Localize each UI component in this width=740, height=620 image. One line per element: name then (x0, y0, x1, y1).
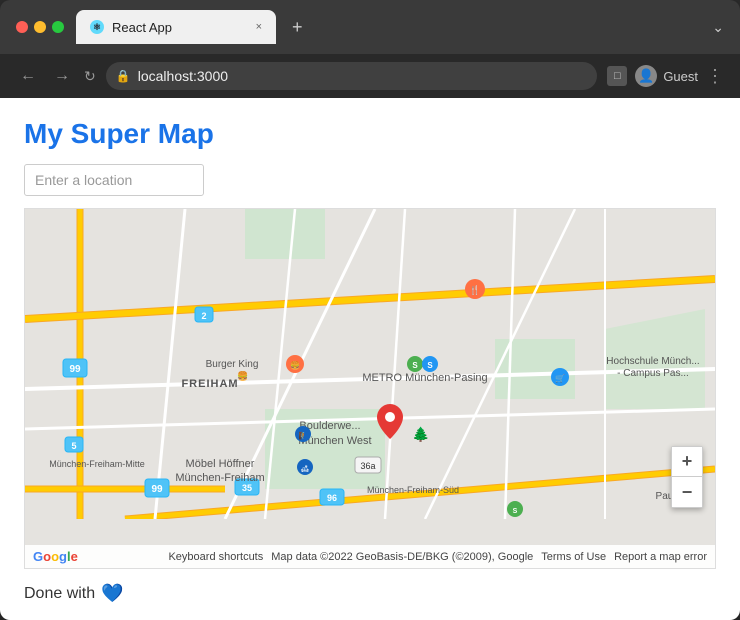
svg-text:Möbel Höffner: Möbel Höffner (186, 458, 255, 470)
profile-label: Guest (663, 69, 698, 84)
svg-text:🍔: 🍔 (290, 360, 300, 370)
zoom-in-button[interactable]: + (672, 447, 702, 477)
browser-window: ⚛ React App × + ⌄ ← → ↻ 🔒 □ 👤 Guest ⋮ (0, 0, 740, 620)
svg-text:99: 99 (151, 484, 163, 495)
svg-text:2: 2 (201, 311, 206, 321)
keyboard-shortcuts-link[interactable]: Keyboard shortcuts (168, 551, 263, 563)
reload-button[interactable]: ↻ (84, 68, 96, 85)
tab-close-icon[interactable]: × (256, 21, 262, 33)
svg-text:Burger King: Burger King (206, 359, 259, 370)
svg-text:METRO München-Pasing: METRO München-Pasing (362, 372, 487, 384)
done-text: Done with 💙 (24, 583, 716, 604)
svg-text:FREIHAM: FREIHAM (181, 378, 238, 390)
tab-title: React App (112, 20, 248, 35)
map-container[interactable]: 99 99 2 5 35 36a 96 (24, 208, 716, 569)
svg-text:🧗: 🧗 (299, 431, 308, 440)
svg-text:S: S (412, 361, 418, 370)
tab-bar: ⚛ React App × + ⌄ (76, 10, 724, 44)
map-footer: Google Keyboard shortcuts Map data ©2022… (25, 545, 715, 568)
browser-menu-button[interactable]: ⋮ (706, 66, 724, 87)
forward-button[interactable]: → (50, 65, 74, 87)
svg-text:🍴: 🍴 (469, 284, 480, 296)
terms-link[interactable]: Terms of Use (541, 551, 606, 563)
svg-text:S: S (427, 361, 433, 370)
url-input[interactable] (106, 62, 598, 90)
minimize-window-button[interactable] (34, 21, 46, 33)
svg-text:5: 5 (71, 441, 76, 451)
location-input[interactable] (24, 164, 204, 196)
close-window-button[interactable] (16, 21, 28, 33)
title-bar: ⚛ React App × + ⌄ (0, 0, 740, 54)
browser-tab[interactable]: ⚛ React App × (76, 10, 276, 44)
map-footer-links: Keyboard shortcuts Map data ©2022 GeoBas… (168, 551, 707, 563)
heart-icon: 💙 (101, 583, 123, 604)
svg-text:35: 35 (242, 483, 252, 493)
svg-text:Hochschule Münch...: Hochschule Münch... (606, 356, 699, 367)
back-button[interactable]: ← (16, 65, 40, 87)
svg-text:München-Freiham-Mitte: München-Freiham-Mitte (49, 459, 145, 469)
address-bar: ← → ↻ 🔒 □ 👤 Guest ⋮ (0, 54, 740, 98)
svg-text:🛋: 🛋 (301, 464, 310, 473)
svg-text:96: 96 (327, 493, 337, 503)
svg-text:S: S (513, 508, 518, 515)
tab-favicon-icon: ⚛ (90, 20, 104, 34)
svg-text:- Campus Pas...: - Campus Pas... (617, 368, 689, 379)
maximize-window-button[interactable] (52, 21, 64, 33)
new-tab-button[interactable]: + (284, 13, 311, 42)
extensions-icon[interactable]: □ (607, 66, 627, 86)
window-controls (16, 21, 64, 33)
profile-avatar-icon: 👤 (635, 65, 657, 87)
tab-overflow-icon[interactable]: ⌄ (712, 19, 724, 36)
zoom-out-button[interactable]: − (672, 477, 702, 507)
svg-text:36a: 36a (360, 461, 375, 471)
svg-text:🌲: 🌲 (412, 426, 429, 443)
svg-text:🍔: 🍔 (237, 370, 248, 381)
profile-button[interactable]: 👤 Guest (635, 65, 698, 87)
page-title: My Super Map (24, 118, 716, 150)
svg-text:München-Freiham-Süd: München-Freiham-Süd (367, 485, 459, 495)
browser-actions: □ 👤 Guest ⋮ (607, 65, 724, 87)
url-bar-wrapper: 🔒 (106, 62, 598, 90)
report-link[interactable]: Report a map error (614, 551, 707, 563)
page-content: My Super Map (0, 98, 740, 620)
map-image: 99 99 2 5 35 36a 96 (25, 209, 715, 519)
done-label: Done with (24, 585, 95, 603)
lock-icon: 🔒 (116, 69, 131, 83)
svg-text:München-Freiham: München-Freiham (175, 472, 264, 484)
map-zoom-controls: + − (671, 446, 703, 508)
google-logo: Google (33, 549, 78, 564)
svg-text:99: 99 (69, 364, 81, 375)
svg-text:🛒: 🛒 (555, 373, 565, 383)
map-data-link[interactable]: Map data ©2022 GeoBasis-DE/BKG (©2009), … (271, 551, 533, 563)
